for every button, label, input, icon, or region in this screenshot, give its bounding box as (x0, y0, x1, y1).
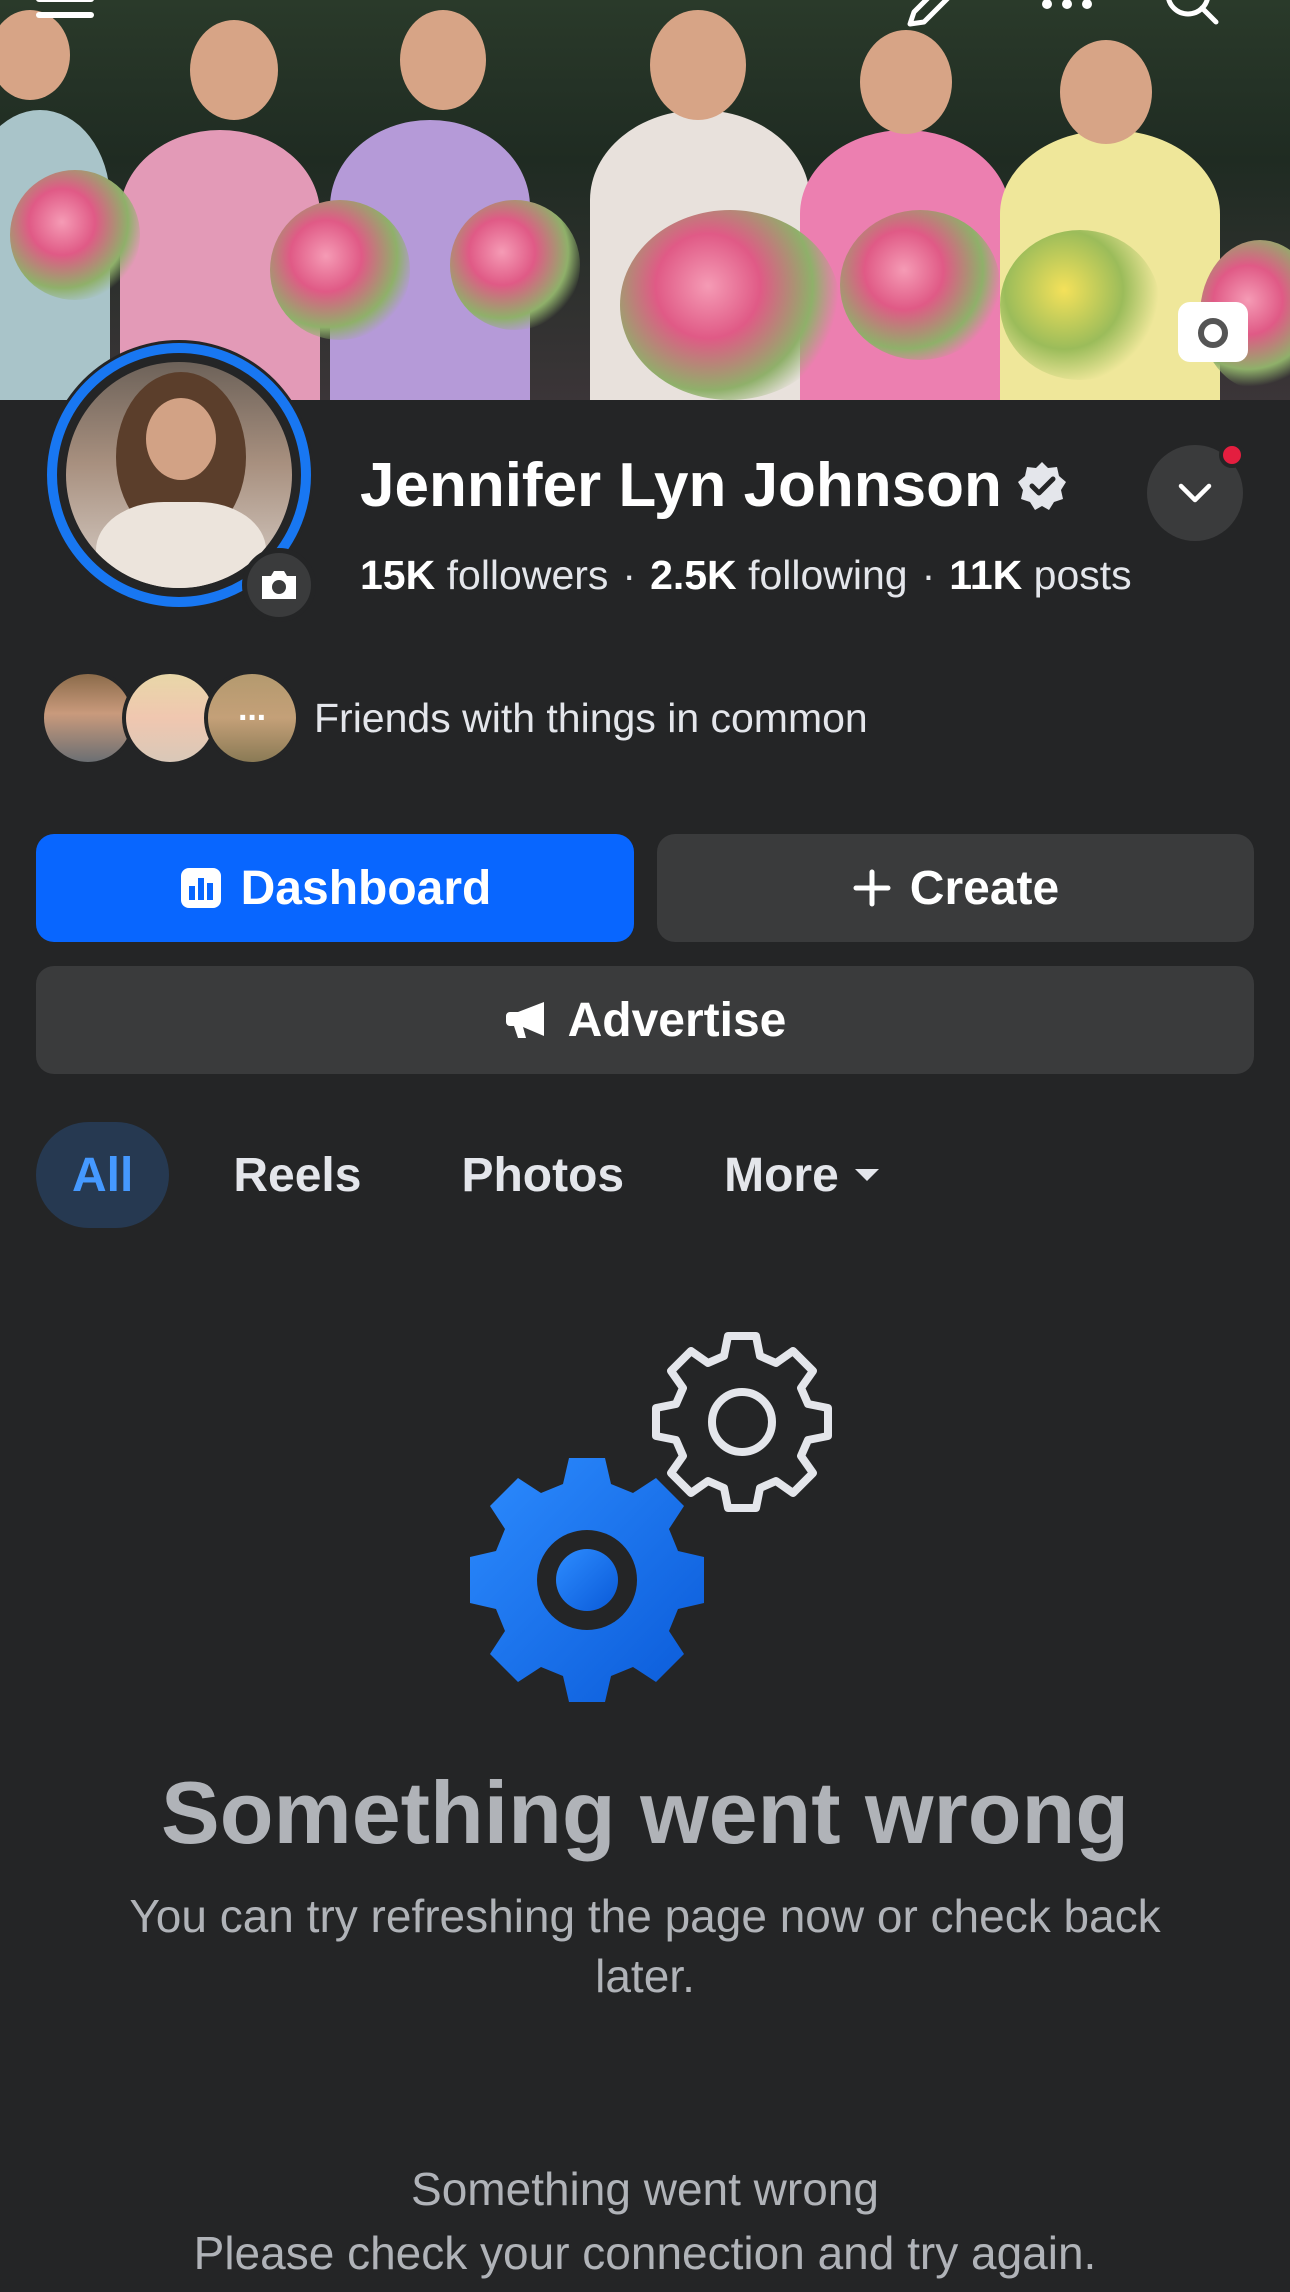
caret-down-icon (854, 1169, 879, 1181)
tab-photos[interactable]: Photos (425, 1122, 660, 1228)
cover-bouquet (1000, 230, 1160, 380)
followers-stat[interactable]: 15K followers (360, 552, 608, 598)
dashboard-label: Dashboard (240, 861, 492, 915)
posts-label: posts (1033, 552, 1132, 598)
outline-gear-icon (652, 1332, 832, 1512)
chevron-down-icon (1178, 483, 1212, 503)
blue-gear-icon (470, 1458, 704, 1702)
following-label: following (748, 552, 908, 598)
menu-icon[interactable] (34, 0, 98, 30)
friend-avatar-more: ··· (204, 670, 300, 766)
cover-bouquet (10, 170, 140, 300)
more-icon[interactable] (1035, 0, 1099, 30)
edit-icon[interactable] (900, 0, 964, 30)
secondary-error-description: Please check your connection and try aga… (193, 2227, 1097, 2279)
friends-text: Friends with things in common (314, 694, 868, 741)
cover-figure-head (860, 30, 952, 134)
cover-bouquet (450, 200, 580, 330)
dashboard-icon (180, 868, 221, 908)
cover-figure-head (650, 10, 746, 120)
create-button[interactable]: Create (657, 834, 1254, 942)
mutual-friends-row[interactable]: ··· Friends with things in common (40, 670, 868, 766)
profile-tabs: All Reels Photos More (36, 1122, 945, 1228)
tab-more[interactable]: More (688, 1122, 917, 1228)
search-icon[interactable] (1160, 0, 1224, 30)
create-label: Create (909, 861, 1060, 915)
following-count: 2.5K (650, 552, 737, 598)
tab-reels[interactable]: Reels (197, 1122, 397, 1228)
cover-bouquet (620, 210, 840, 400)
tab-label: Reels (233, 1148, 362, 1202)
megaphone-icon (505, 1002, 544, 1038)
profile-name-row: Jennifer Lyn Johnson (360, 450, 1068, 521)
advertise-button[interactable]: Advertise (36, 966, 1254, 1074)
avatar-face (146, 398, 216, 480)
posts-stat[interactable]: 11K posts (949, 552, 1131, 598)
cover-figure-head (400, 10, 486, 110)
profile-stats: 15K followers · 2.5K following · 11K posts (360, 552, 1132, 599)
more-friends-icon: ··· (238, 698, 268, 737)
tab-all[interactable]: All (36, 1122, 170, 1228)
cover-camera-button[interactable] (1178, 302, 1248, 362)
cover-figure-head (1060, 40, 1152, 144)
cover-bouquet (840, 210, 1000, 360)
posts-count: 11K (949, 552, 1023, 598)
tab-label: Photos (461, 1148, 625, 1202)
dashboard-button[interactable]: Dashboard (36, 834, 634, 942)
profile-name: Jennifer Lyn Johnson (360, 451, 1002, 520)
cover-figure-head (190, 20, 278, 120)
verified-badge-icon (1017, 461, 1066, 510)
camera-icon (262, 571, 296, 599)
secondary-error-title: Something went wrong (411, 2163, 879, 2215)
followers-label: followers (446, 552, 609, 598)
tab-label: All (72, 1148, 134, 1202)
avatar-dress (96, 502, 266, 588)
error-description: You can try refreshing the page now or c… (129, 1890, 1161, 2002)
notification-dot (1219, 442, 1245, 468)
avatar-camera-button[interactable] (242, 548, 316, 622)
following-stat[interactable]: 2.5K following (650, 552, 908, 598)
stats-separator: · (921, 552, 936, 598)
tab-label: More (724, 1148, 839, 1202)
error-gears-illustration (470, 1332, 832, 1702)
camera-icon (1198, 318, 1228, 348)
cover-bouquet (270, 200, 410, 340)
stats-separator: · (622, 552, 637, 598)
plus-icon (853, 869, 891, 907)
error-title: Something went wrong (161, 1763, 1129, 1862)
advertise-label: Advertise (567, 993, 787, 1047)
followers-count: 15K (360, 552, 436, 598)
